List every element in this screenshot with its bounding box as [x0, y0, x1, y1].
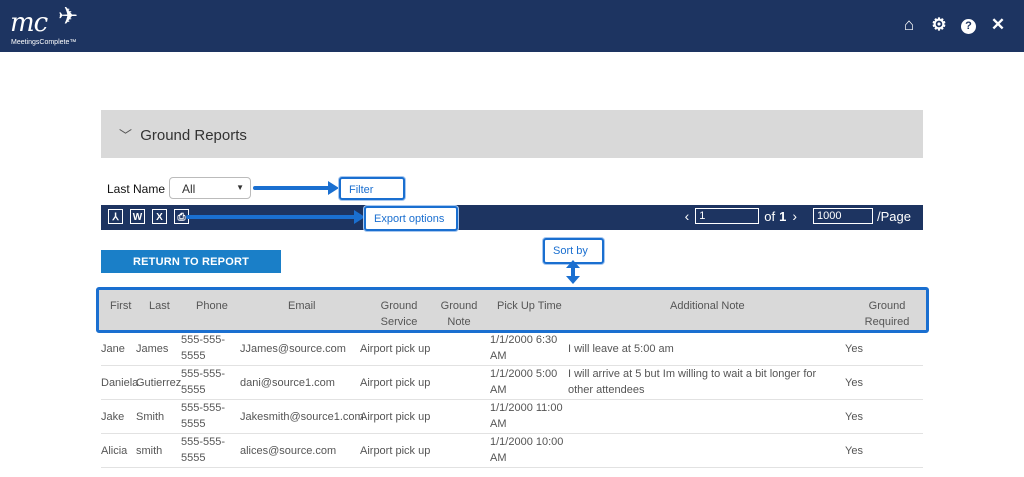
column-header-last[interactable]: Last [149, 298, 170, 314]
cell-phone: 555-555-5555 [181, 402, 226, 430]
cell-pickup-time: 1/1/2000 10:00 AM [490, 436, 564, 464]
cell-pickup-time: 1/1/2000 11:00 AM [490, 402, 563, 430]
cell-last: smith [136, 445, 163, 457]
cell-phone: 555-555-5555 [181, 436, 226, 464]
cell-ground-required: Yes [845, 445, 863, 457]
filter-arrow-head [328, 181, 339, 195]
excel-icon[interactable]: X [152, 209, 167, 224]
cell-ground-service: Airport pick up [360, 343, 431, 355]
home-icon[interactable]: ⌂ [901, 15, 917, 35]
column-header-email[interactable]: Email [288, 298, 316, 314]
cell-last: Smith [136, 411, 165, 423]
of-label: of [764, 208, 776, 224]
export-callout-label: Export options [374, 213, 445, 225]
filter-callout: Filter [339, 177, 405, 200]
cell-first: Daniela [101, 377, 139, 389]
next-page-icon[interactable]: › [792, 208, 797, 224]
column-header-phone[interactable]: Phone [196, 298, 228, 314]
cell-pickup-time: 1/1/2000 5:00 AM [490, 368, 558, 396]
cell-last: Gutierrez [136, 377, 182, 389]
cell-ground-service: Airport pick up [360, 445, 431, 457]
last-name-filter-label: Last Name [107, 182, 166, 196]
column-header-pickup-time[interactable]: Pick Up Time [497, 298, 562, 314]
table-row[interactable]: Alicia smith 555-555-5555 alices@source.… [101, 433, 923, 468]
cell-ground-service: Airport pick up [360, 377, 431, 389]
pagination: ‹ of 1 › /Page [679, 208, 911, 224]
cell-pickup-time: 1/1/2000 6:30 AM [490, 334, 558, 362]
ground-reports-panel[interactable]: ﹀ Ground Reports [101, 110, 923, 158]
top-navbar: mc ✈ MeetingsComplete™ ⌂ ⚙ ? ✕ [0, 0, 1024, 52]
table-row[interactable]: Jake Smith 555-555-5555 Jakesmith@source… [101, 399, 923, 434]
per-page-label: /Page [877, 208, 911, 224]
page-number-input[interactable] [695, 208, 760, 224]
logo-subtitle: MeetingsComplete™ [11, 39, 77, 46]
cell-email: dani@source1.com [240, 377, 335, 389]
cell-first: Alicia [101, 445, 128, 457]
pdf-icon[interactable]: ⅄ [108, 209, 123, 224]
cell-email: Jakesmith@source1.com [240, 411, 364, 423]
cell-phone: 555-555-5555 [181, 334, 226, 362]
sort-arrow-down [566, 276, 580, 284]
column-header-ground-service[interactable]: Ground Service [371, 298, 427, 330]
cell-email: JJames@source.com [240, 343, 346, 355]
last-name-selected-value: All [182, 182, 196, 196]
cell-additional-note: I will leave at 5:00 am [568, 343, 674, 355]
return-to-report-manager-button[interactable]: RETURN TO REPORT MANAGER [101, 250, 281, 291]
table-header-row: First Last Phone Email Ground Service Gr… [96, 287, 929, 333]
table-row[interactable]: Daniela Gutierrez 555-555-5555 dani@sour… [101, 365, 923, 400]
cell-additional-note: I will arrive at 5 but Im willing to wai… [568, 368, 817, 396]
column-header-ground-required[interactable]: Ground Required [859, 298, 915, 330]
column-header-first[interactable]: First [110, 298, 131, 314]
cell-last: James [136, 343, 169, 355]
help-icon[interactable]: ? [961, 18, 976, 34]
cell-ground-required: Yes [845, 343, 863, 355]
plane-icon: ✈ [58, 3, 79, 30]
per-page-input[interactable] [813, 208, 874, 224]
panel-header[interactable]: ﹀ Ground Reports [119, 125, 247, 144]
panel-title: Ground Reports [140, 127, 247, 144]
prev-page-icon[interactable]: ‹ [685, 208, 690, 224]
brand-logo[interactable]: mc ✈ MeetingsComplete™ [10, 3, 90, 48]
table-row[interactable]: Jane James 555-555-5555 JJames@source.co… [101, 331, 923, 366]
total-pages: 1 [779, 208, 787, 224]
cell-email: alices@source.com [240, 445, 337, 457]
filter-callout-label: Filter [349, 184, 374, 196]
cell-phone: 555-555-5555 [181, 368, 226, 396]
gear-icon[interactable]: ⚙ [931, 15, 947, 35]
top-icon-bar: ⌂ ⚙ ? ✕ [901, 15, 1006, 35]
export-callout: Export options [364, 206, 458, 231]
close-icon[interactable]: ✕ [990, 15, 1006, 35]
cell-first: Jane [101, 343, 125, 355]
cell-ground-required: Yes [845, 411, 863, 423]
column-header-ground-note[interactable]: Ground Note [439, 298, 479, 330]
logo-mark: mc [10, 8, 48, 38]
column-header-additional-note[interactable]: Additional Note [670, 298, 745, 314]
export-arrow [186, 215, 358, 219]
filter-arrow [253, 186, 333, 190]
last-name-select[interactable]: All ▼ [169, 177, 251, 199]
chevron-down-icon: ▼ [236, 183, 244, 192]
cell-ground-service: Airport pick up [360, 411, 431, 423]
cell-first: Jake [101, 411, 125, 423]
filter-row: Last Name All ▼ [101, 176, 923, 203]
cell-ground-required: Yes [845, 377, 863, 389]
sort-callout-label: Sort by [553, 245, 588, 257]
chevron-down-icon: ﹀ [119, 128, 133, 143]
word-icon[interactable]: W [130, 209, 145, 224]
